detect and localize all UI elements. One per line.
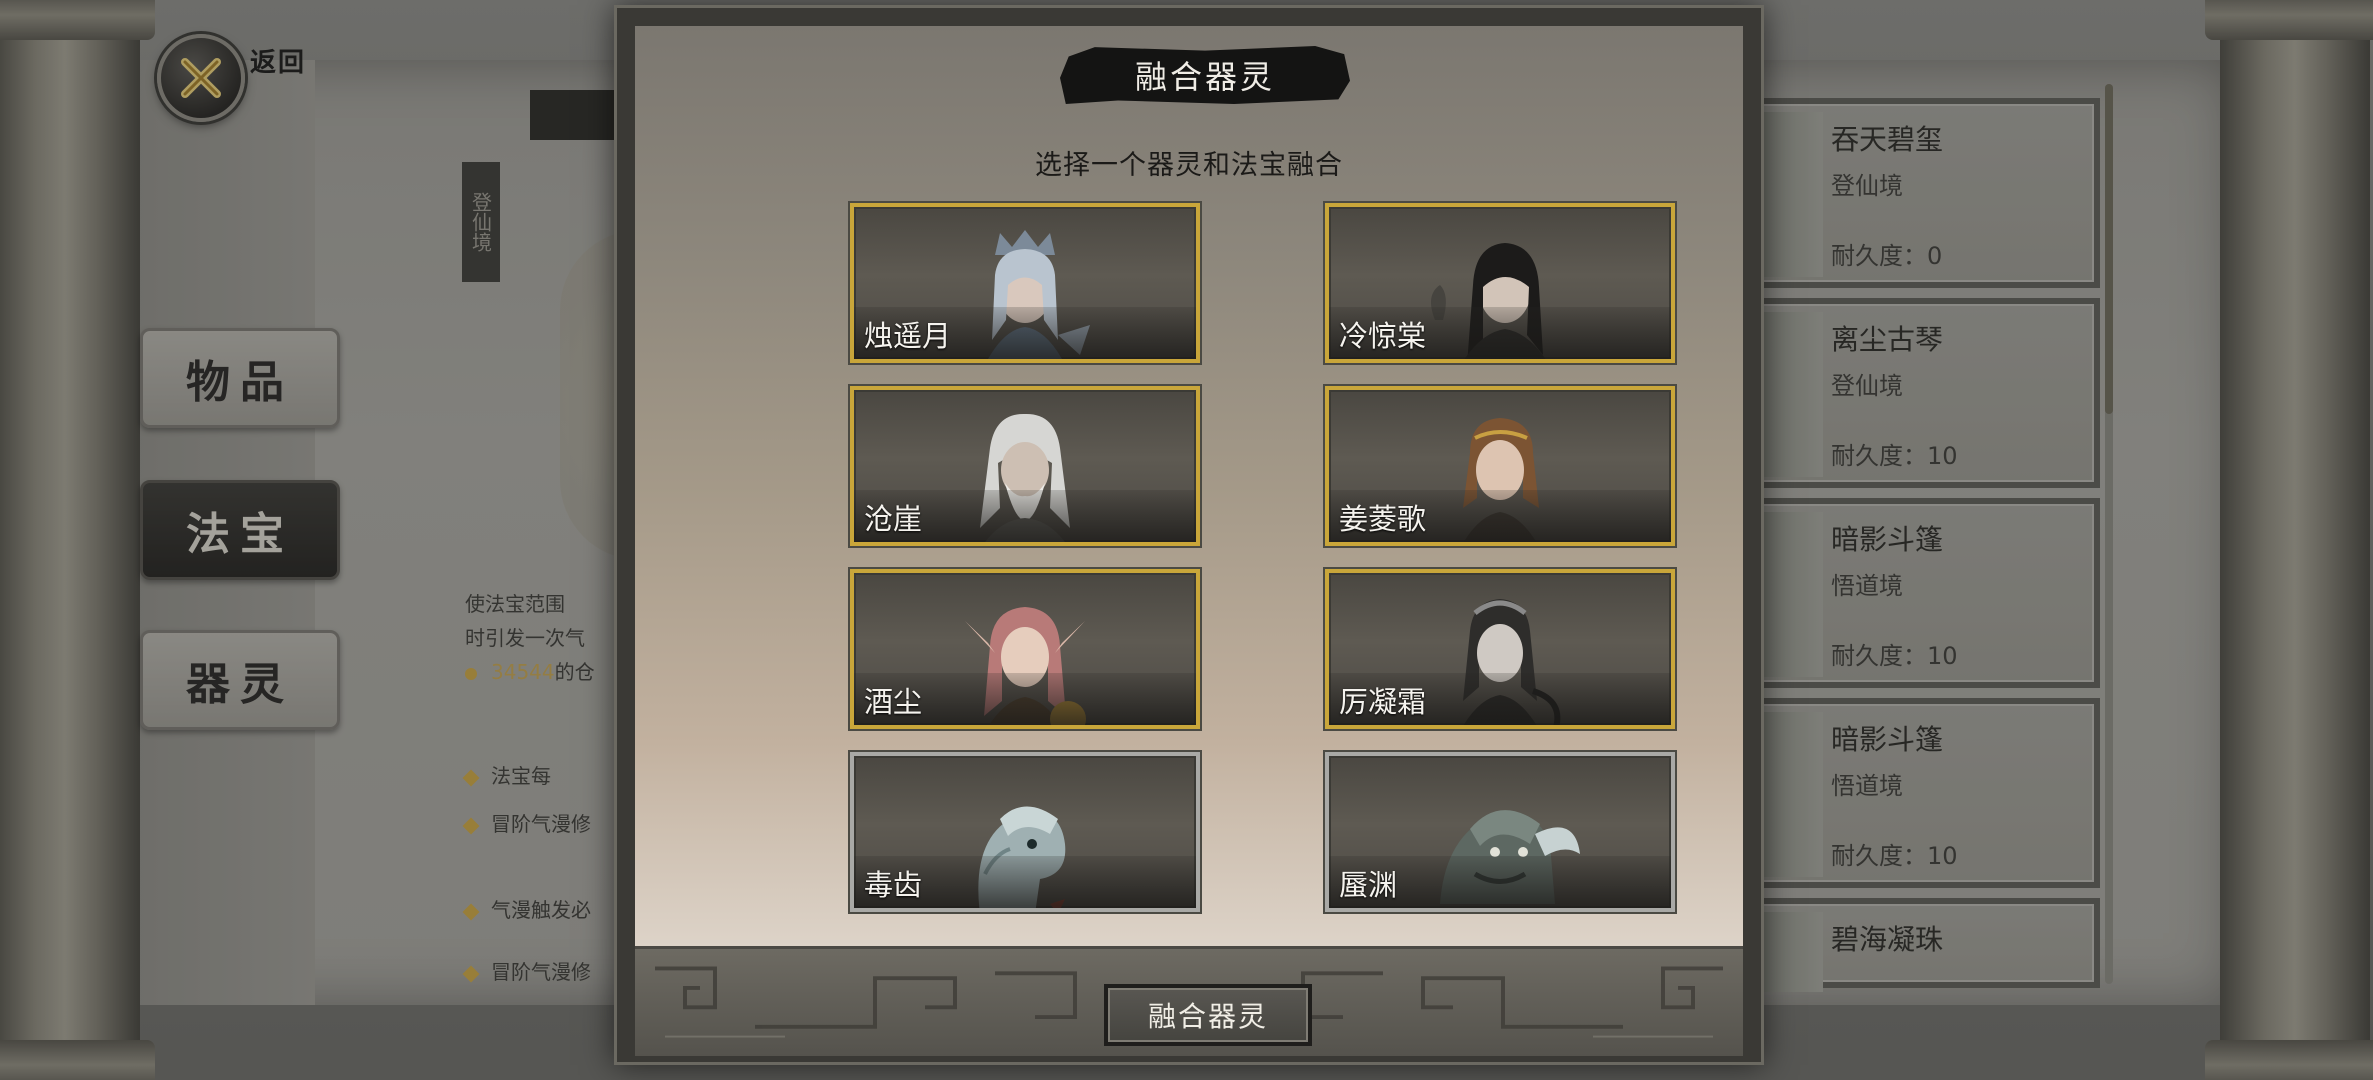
spirit-card-liningshuang[interactable]: 厉凝霜	[1325, 569, 1675, 729]
spirit-card-lengjingtang[interactable]: 冷惊棠	[1325, 203, 1675, 363]
spirit-name: 沧崖	[864, 502, 923, 536]
dialog-subtitle: 选择一个器灵和法宝融合	[1035, 150, 1343, 181]
dialog-title-banner: 融合器灵	[1060, 46, 1350, 104]
spirit-card-shenyuan[interactable]: 蜃渊	[1325, 752, 1675, 912]
spirit-name: 毒齿	[864, 868, 923, 902]
spirit-card-jiuchen[interactable]: 酒尘	[850, 569, 1200, 729]
spirit-name: 蜃渊	[1339, 868, 1398, 902]
dialog-footer: 融合器灵	[635, 946, 1743, 1056]
fuse-spirit-dialog: 融合器灵 选择一个器灵和法宝融合 烛遥月 冷惊棠 沧崖 姜菱歌 酒尘 厉凝霜 毒…	[614, 5, 1764, 1065]
spirit-card-jianglingge[interactable]: 姜菱歌	[1325, 386, 1675, 546]
spirit-name: 姜菱歌	[1339, 502, 1427, 536]
fuse-spirit-button[interactable]: 融合器灵	[1104, 984, 1312, 1046]
spirit-card-zhuyaoyue[interactable]: 烛遥月	[850, 203, 1200, 363]
spirit-name: 酒尘	[864, 685, 923, 719]
spirit-name: 厉凝霜	[1339, 685, 1427, 719]
spirit-card-duchi[interactable]: 毒齿	[850, 752, 1200, 912]
spirit-card-cangya[interactable]: 沧崖	[850, 386, 1200, 546]
dialog-title: 融合器灵	[1134, 58, 1275, 96]
spirit-name: 烛遥月	[864, 319, 952, 353]
spirit-name: 冷惊棠	[1339, 319, 1427, 353]
dialog-body: 融合器灵 选择一个器灵和法宝融合 烛遥月 冷惊棠 沧崖 姜菱歌 酒尘 厉凝霜 毒…	[635, 26, 1743, 946]
